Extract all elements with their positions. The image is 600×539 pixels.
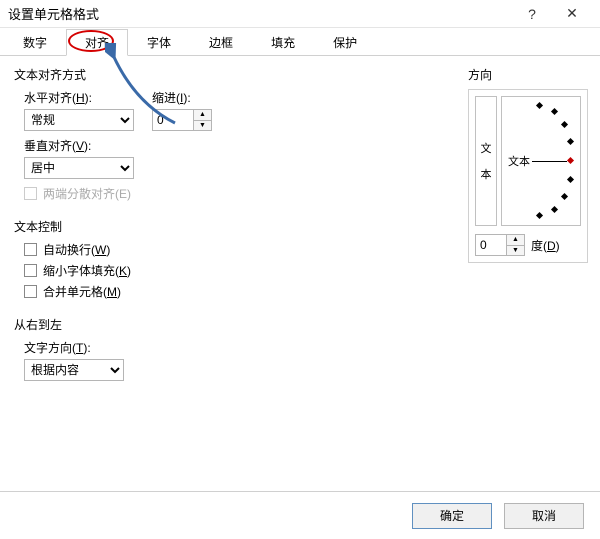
tab-protection[interactable]: 保护 [314,29,376,56]
text-alignment-title: 文本对齐方式 [14,66,86,83]
text-control-title: 文本控制 [14,218,62,235]
tab-font[interactable]: 字体 [128,29,190,56]
vertical-align-select[interactable]: 居中 [24,157,134,179]
shrink-fit-checkbox[interactable]: 缩小字体填充(K) [24,262,468,279]
orientation-dial[interactable]: 文本 [501,96,581,226]
indent-label: 缩进(I): [152,89,212,106]
vertical-align-label: 垂直对齐(V): [24,137,468,154]
ok-button[interactable]: 确定 [412,503,492,529]
degrees-input[interactable] [476,235,506,255]
degrees-label: 度(D) [531,237,560,254]
cancel-button[interactable]: 取消 [504,503,584,529]
close-button[interactable]: ✕ [552,0,592,28]
checkbox-box-icon [24,264,37,277]
orientation-dot [536,102,543,109]
deg-up-icon[interactable]: ▲ [507,235,524,246]
tab-alignment[interactable]: 对齐 [66,29,128,56]
indent-input[interactable] [153,110,193,130]
orientation-dot [551,206,558,213]
orientation-title: 方向 [468,66,588,83]
orientation-dot-0 [567,157,574,164]
indent-spinner[interactable]: ▲▼ [152,109,212,131]
orientation-box: 文 本 文本 [468,89,588,263]
horizontal-align-select[interactable]: 常规 [24,109,134,131]
orientation-dial-label: 文本 [508,153,530,169]
orientation-dot [536,212,543,219]
tab-fill[interactable]: 填充 [252,29,314,56]
merge-cells-checkbox[interactable]: 合并单元格(M) [24,283,468,300]
tab-border[interactable]: 边框 [190,29,252,56]
rtl-title: 从右到左 [14,316,62,333]
orientation-needle [532,161,567,162]
indent-down-icon[interactable]: ▼ [194,121,211,131]
wrap-text-checkbox[interactable]: 自动换行(W) [24,241,468,258]
degrees-spinner[interactable]: ▲▼ [475,234,525,256]
justify-label: 两端分散对齐(E) [43,185,131,202]
orientation-dot [567,138,574,145]
orientation-dot [561,193,568,200]
checkbox-box-icon [24,187,37,200]
tab-strip: 数字 对齐 字体 边框 填充 保护 [0,28,600,56]
orientation-dot [561,121,568,128]
deg-down-icon[interactable]: ▼ [507,246,524,256]
tab-number[interactable]: 数字 [4,29,66,56]
window-title: 设置单元格格式 [8,4,512,23]
text-direction-label: 文字方向(T): [24,339,468,356]
checkbox-box-icon [24,243,37,256]
horizontal-align-label: 水平对齐(H): [24,89,134,106]
orientation-vertical-button[interactable]: 文 本 [475,96,497,226]
help-button[interactable]: ? [512,0,552,28]
checkbox-box-icon [24,285,37,298]
justify-distributed-checkbox: 两端分散对齐(E) [24,185,468,202]
text-direction-select[interactable]: 根据内容 [24,359,124,381]
orientation-dot [567,176,574,183]
orientation-dot [551,108,558,115]
indent-up-icon[interactable]: ▲ [194,110,211,121]
